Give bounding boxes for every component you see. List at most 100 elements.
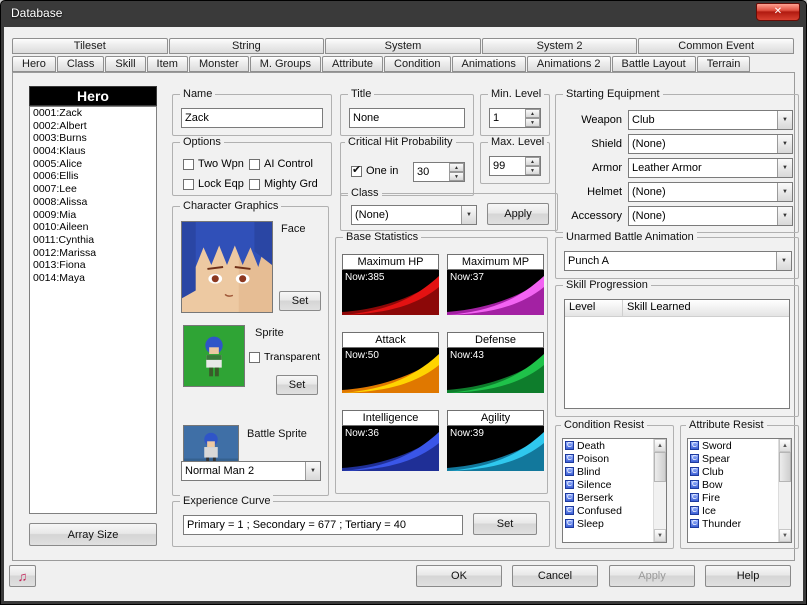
scroll-down-icon[interactable]: ▼ (654, 529, 666, 542)
stat-cell[interactable]: Maximum MP Now:37 (447, 254, 544, 315)
title-input[interactable] (349, 108, 465, 128)
class-apply-button[interactable]: Apply (487, 203, 549, 225)
condition-resist-list[interactable]: C Death C Poison C Blind (562, 438, 667, 543)
cancel-button[interactable]: Cancel (512, 565, 598, 587)
tab[interactable]: Class (57, 56, 105, 72)
equipment-dropdown[interactable]: Club ▼ (628, 110, 793, 130)
dropdown-arrow-icon[interactable]: ▼ (305, 462, 320, 480)
transparent-checkbox[interactable]: Transparent (249, 351, 320, 363)
min-level-spinner[interactable]: ▲ ▼ (489, 108, 541, 128)
critical-value-input[interactable] (414, 163, 448, 181)
condition-resist-item[interactable]: C Confused (563, 504, 653, 517)
hero-list-item[interactable]: 0012:Marissa (30, 247, 156, 260)
dropdown-arrow-icon[interactable]: ▼ (461, 206, 476, 224)
max-level-spinner[interactable]: ▲ ▼ (489, 156, 541, 176)
tab[interactable]: Skill (105, 56, 145, 72)
scrollbar[interactable]: ▲ ▼ (653, 439, 666, 542)
unarmed-animation-dropdown[interactable]: Punch A ▼ (564, 251, 792, 271)
music-note-button[interactable]: ♫ (9, 565, 36, 587)
stat-cell[interactable]: Defense Now:43 (447, 332, 544, 393)
attribute-resist-list[interactable]: C Sword C Spear C Club (687, 438, 792, 543)
stat-cell[interactable]: Attack Now:50 (342, 332, 439, 393)
stat-cell[interactable]: Maximum HP Now:385 (342, 254, 439, 315)
ok-button[interactable]: OK (416, 565, 502, 587)
checkbox-box[interactable] (249, 159, 260, 170)
array-size-button[interactable]: Array Size (29, 523, 157, 546)
checkbox-box[interactable] (249, 352, 260, 363)
spin-down-icon[interactable]: ▼ (449, 172, 464, 181)
tab[interactable]: Hero (12, 56, 56, 72)
spin-down-icon[interactable]: ▼ (525, 118, 540, 127)
title-bar[interactable]: Database ✕ (1, 1, 806, 27)
dropdown-arrow-icon[interactable]: ▼ (777, 159, 792, 177)
tab[interactable]: M. Groups (250, 56, 321, 72)
tab[interactable]: Animations (452, 56, 526, 72)
column-header-level[interactable]: Level (565, 300, 623, 317)
tab[interactable]: Animations 2 (527, 56, 611, 72)
name-input[interactable] (181, 108, 323, 128)
hero-list-item[interactable]: 0011:Cynthia (30, 234, 156, 247)
hero-list-item[interactable]: 0008:Alissa (30, 196, 156, 209)
tab[interactable]: System (325, 38, 481, 54)
spin-down-icon[interactable]: ▼ (525, 166, 540, 175)
checkbox-box[interactable]: ✔ (351, 166, 362, 177)
scrollbar-thumb[interactable] (654, 452, 666, 482)
attribute-resist-item[interactable]: C Bow (688, 478, 778, 491)
max-level-input[interactable] (490, 157, 524, 175)
stat-graph[interactable]: Now:385 (342, 270, 439, 315)
tab[interactable]: System 2 (482, 38, 638, 54)
option-checkbox[interactable]: Two Wpn (183, 158, 249, 170)
condition-resist-item[interactable]: C Berserk (563, 491, 653, 504)
condition-resist-item[interactable]: C Poison (563, 452, 653, 465)
tab[interactable]: String (169, 38, 325, 54)
scroll-up-icon[interactable]: ▲ (654, 439, 666, 452)
skill-progression-list[interactable]: Level Skill Learned (564, 299, 790, 409)
tab[interactable]: Monster (189, 56, 249, 72)
condition-resist-item[interactable]: C Sleep (563, 517, 653, 530)
spin-up-icon[interactable]: ▲ (449, 163, 464, 172)
stat-graph[interactable]: Now:37 (447, 270, 544, 315)
hero-list-item[interactable]: 0010:Aileen (30, 221, 156, 234)
stat-graph[interactable]: Now:50 (342, 348, 439, 393)
condition-resist-item[interactable]: C Blind (563, 465, 653, 478)
hero-list[interactable]: 0001:Zack0002:Albert0003:Burns0004:Klaus… (29, 106, 157, 514)
scroll-down-icon[interactable]: ▼ (779, 529, 791, 542)
dropdown-arrow-icon[interactable]: ▼ (777, 135, 792, 153)
sprite-set-button[interactable]: Set (276, 375, 318, 395)
battle-sprite-dropdown[interactable]: Normal Man 2 ▼ (181, 461, 321, 481)
hero-list-item[interactable]: 0009:Mia (30, 209, 156, 222)
attribute-resist-item[interactable]: C Thunder (688, 517, 778, 530)
stat-graph[interactable]: Now:39 (447, 426, 544, 471)
option-checkbox[interactable]: AI Control (249, 158, 327, 170)
min-level-input[interactable] (490, 109, 524, 127)
attribute-resist-item[interactable]: C Ice (688, 504, 778, 517)
condition-resist-item[interactable]: C Death (563, 439, 653, 452)
experience-set-button[interactable]: Set (473, 513, 537, 535)
class-dropdown[interactable]: (None) ▼ (351, 205, 477, 225)
tab[interactable]: Attribute (322, 56, 383, 72)
equipment-dropdown[interactable]: (None) ▼ (628, 182, 793, 202)
option-checkbox[interactable]: Mighty Grd (249, 178, 327, 190)
attribute-resist-item[interactable]: C Spear (688, 452, 778, 465)
close-button[interactable]: ✕ (756, 3, 800, 21)
tab[interactable]: Item (147, 56, 188, 72)
equipment-dropdown[interactable]: Leather Armor ▼ (628, 158, 793, 178)
checkbox-box[interactable] (183, 179, 194, 190)
equipment-dropdown[interactable]: (None) ▼ (628, 206, 793, 226)
face-set-button[interactable]: Set (279, 291, 321, 311)
dropdown-arrow-icon[interactable]: ▼ (777, 111, 792, 129)
dropdown-arrow-icon[interactable]: ▼ (777, 207, 792, 225)
hero-list-item[interactable]: 0001:Zack (30, 107, 156, 120)
attribute-resist-item[interactable]: C Club (688, 465, 778, 478)
spin-up-icon[interactable]: ▲ (525, 157, 540, 166)
critical-value-spinner[interactable]: ▲ ▼ (413, 162, 465, 182)
hero-list-item[interactable]: 0004:Klaus (30, 145, 156, 158)
column-header-skill[interactable]: Skill Learned (623, 300, 789, 317)
hero-list-item[interactable]: 0006:Ellis (30, 170, 156, 183)
attribute-resist-item[interactable]: C Fire (688, 491, 778, 504)
scroll-up-icon[interactable]: ▲ (779, 439, 791, 452)
condition-resist-item[interactable]: C Silence (563, 478, 653, 491)
apply-button[interactable]: Apply (609, 565, 695, 587)
hero-list-item[interactable]: 0007:Lee (30, 183, 156, 196)
dropdown-arrow-icon[interactable]: ▼ (777, 183, 792, 201)
